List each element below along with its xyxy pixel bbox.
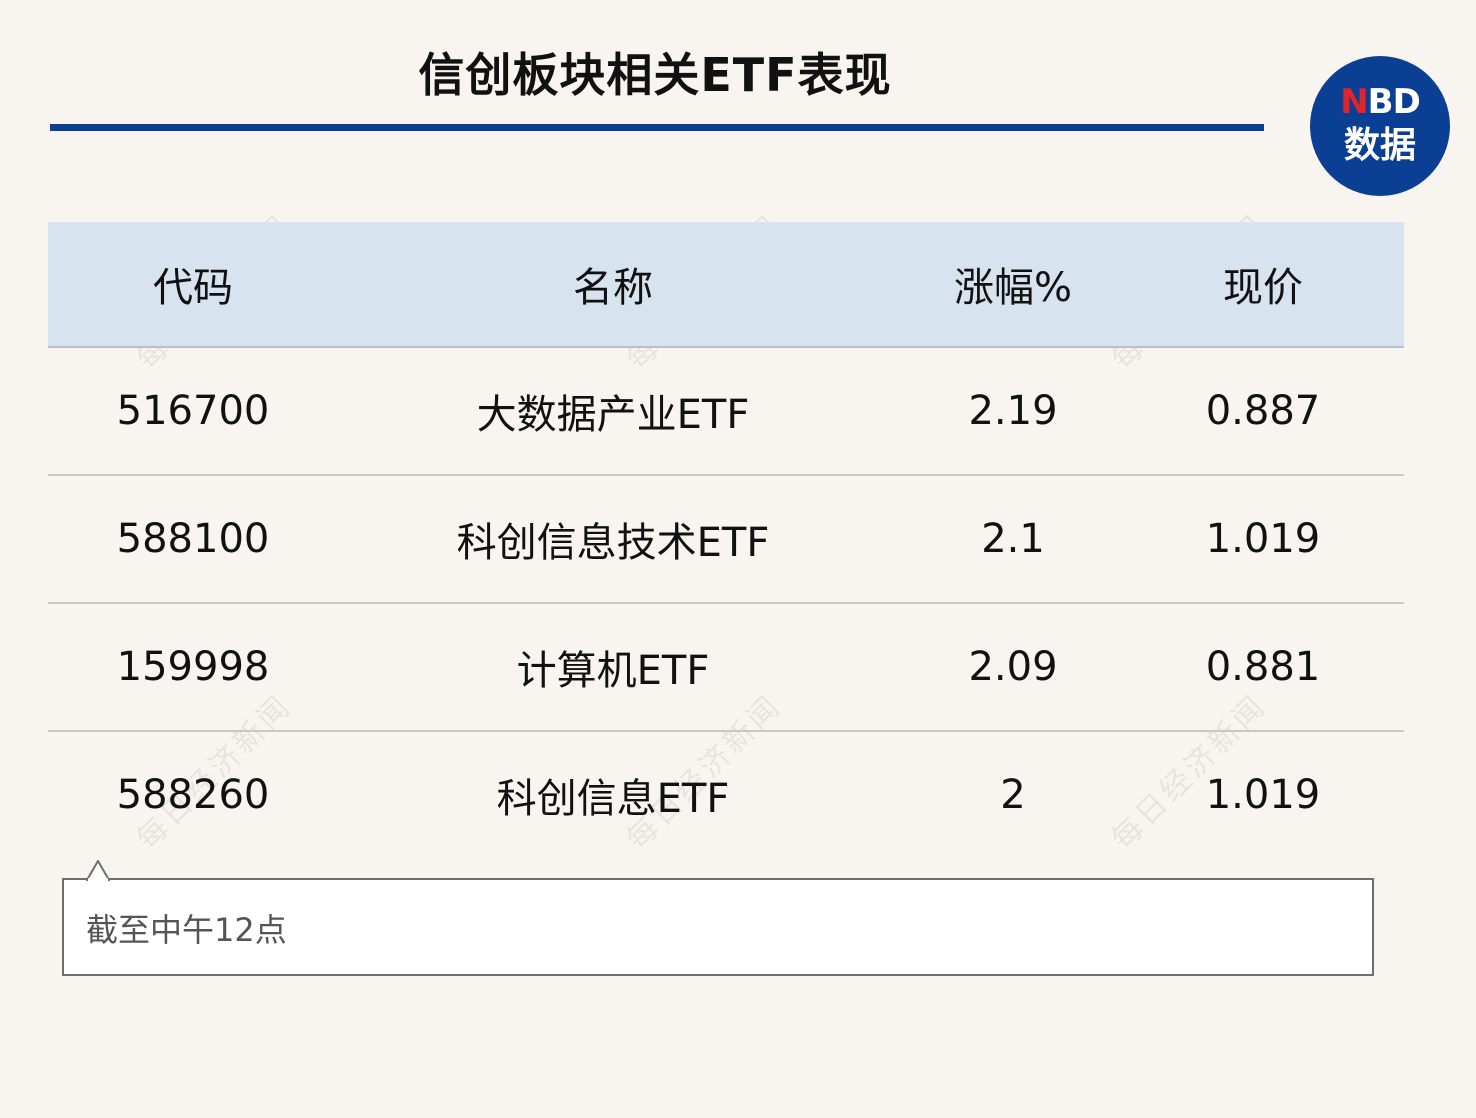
cell-change: 2.09 [968,644,1058,690]
header-name: 名称 [573,265,653,311]
table-row: 588260 科创信息ETF 2 1.019 [48,732,1404,858]
etf-table: 代码 名称 涨幅% 现价 516700 大数据产业ETF 2.19 0.887 … [48,222,1404,858]
cell-code: 159998 [116,644,270,690]
footnote-box: 截至中午12点 [62,878,1374,976]
logo-top-text: NBD [1310,82,1450,122]
cell-code: 588100 [116,516,270,562]
cell-price: 1.019 [1205,772,1321,818]
title-underline [50,124,1264,131]
cell-name: 科创信息技术ETF [456,520,770,566]
cell-price: 1.019 [1205,516,1321,562]
page-title: 信创板块相关ETF表现 [418,48,892,102]
table-header-row: 代码 名称 涨幅% 现价 [48,222,1404,348]
table-row: 159998 计算机ETF 2.09 0.881 [48,604,1404,732]
cell-price: 0.881 [1205,644,1321,690]
header-change: 涨幅% [953,265,1072,311]
cell-code: 516700 [116,388,270,434]
cell-change: 2 [1000,772,1026,818]
header-code: 代码 [153,265,233,311]
cell-name: 科创信息ETF [496,776,730,822]
footnote-text: 截至中午12点 [86,911,287,949]
cell-price: 0.887 [1205,388,1321,434]
logo-letters-bd: BD [1367,82,1421,122]
cell-change: 2.1 [981,516,1045,562]
cell-name: 大数据产业ETF [476,392,750,438]
cell-change: 2.19 [968,388,1058,434]
logo-bottom-text: 数据 [1343,125,1416,166]
logo-letter-n: N [1340,82,1368,122]
header-price: 现价 [1223,265,1303,311]
nbd-data-logo: NBD 数据 [1310,56,1450,196]
cell-code: 588260 [116,772,270,818]
table-row: 516700 大数据产业ETF 2.19 0.887 [48,348,1404,476]
table-row: 588100 科创信息技术ETF 2.1 1.019 [48,476,1404,604]
cell-name: 计算机ETF [516,648,710,694]
